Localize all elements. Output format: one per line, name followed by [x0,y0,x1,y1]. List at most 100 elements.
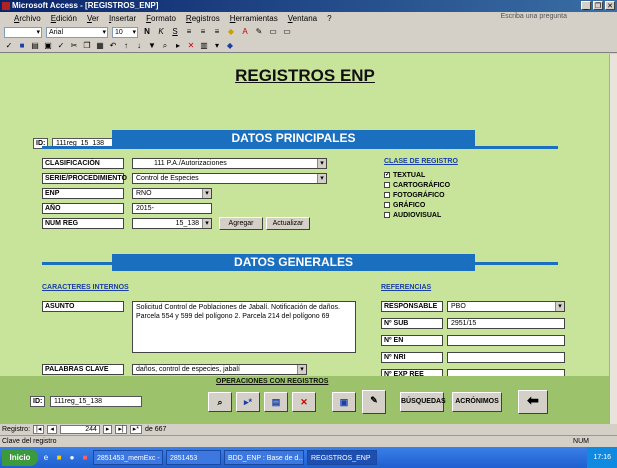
close-button[interactable]: ✕ [605,1,615,10]
align-center-icon[interactable]: ≡ [198,27,208,37]
italic-icon[interactable]: K [156,27,166,37]
first-record-button[interactable]: |◂ [33,425,45,434]
delete-record-icon[interactable]: ✕ [292,392,316,412]
sort-desc-icon[interactable]: ↓ [134,41,144,51]
save-record-icon[interactable]: ▤ [264,392,288,412]
save-icon[interactable]: ■ [17,41,27,51]
new-object-icon[interactable]: ▾ [212,41,222,51]
print-preview-icon[interactable]: ▣ [43,41,53,51]
print-icon[interactable]: ▤ [30,41,40,51]
menu-registros[interactable]: Registros [186,14,220,23]
new-record-nav-button[interactable]: ▸* [129,425,142,434]
quicklaunch-ie-icon[interactable]: e [41,453,51,463]
checkbox-box [384,182,390,188]
clasificacion-combo[interactable]: 111 P.A./Autorizaciones [132,158,327,169]
menu-ventana[interactable]: Ventana [288,14,317,23]
font-color-icon[interactable]: A [240,27,250,37]
database-window-icon[interactable]: ▥ [199,41,209,51]
object-select[interactable] [4,26,42,38]
filter-icon[interactable]: ▼ [147,41,157,51]
last-record-button[interactable]: ▸| [115,425,127,434]
menu-ver[interactable]: Ver [87,14,99,23]
line-color-icon[interactable]: ✎ [254,27,264,37]
record-total: de 667 [144,426,167,433]
bold-icon[interactable]: N [142,27,152,37]
task-folder[interactable]: 2851453 [166,450,221,465]
acronimos-button[interactable]: ACRÓNIMOS [452,392,502,412]
menu-edicion[interactable]: Edición [51,14,77,23]
checkbox-fotografico[interactable]: FOTOGRÁFICO [384,190,450,200]
menu-formato[interactable]: Formato [146,14,176,23]
referencias-title: REFERENCIAS [381,284,432,291]
responsable-combo[interactable]: PBO [447,301,565,312]
checkbox-box: ✓ [384,172,391,178]
quicklaunch-office-icon[interactable]: ■ [80,453,90,463]
start-button[interactable]: Inicio [2,449,38,466]
view-icon[interactable]: ✓ [4,41,14,51]
menu-help[interactable]: ? [327,14,331,23]
nri-field[interactable] [447,352,565,363]
next-record-button[interactable]: ▸ [102,425,113,434]
busquedas-button[interactable]: BÚSQUEDAS [400,392,446,412]
spelling-icon[interactable]: ✓ [56,41,66,51]
task-registros-enp[interactable]: REGISTROS_ENP [307,450,377,465]
report-icon[interactable]: ▣ [332,392,356,412]
font-size-select[interactable]: 10 [112,26,138,38]
nsub-field[interactable]: 2951/15 [447,318,565,329]
help-question-box[interactable]: Escriba una pregunta [500,13,567,20]
effect-icon[interactable]: ▭ [282,27,292,37]
menu-insertar[interactable]: Insertar [109,14,136,23]
tools-icon[interactable]: ✎ [362,390,386,414]
menu-archivo[interactable]: Archivo [14,14,41,23]
enp-combo[interactable]: RNO [132,188,212,199]
nen-field[interactable] [447,335,565,346]
copy-icon[interactable]: ❐ [82,41,92,51]
border-icon[interactable]: ▭ [268,27,278,37]
restore-button[interactable]: ❐ [593,1,603,10]
binoculars-icon[interactable]: ⌕ [208,392,232,412]
task-memexc[interactable]: 2851453_memExc - ... [93,450,163,465]
minimize-button[interactable]: _ [581,1,591,10]
form-area: REGISTROS ENP ID: 111reg_15_138 DATOS PR… [0,54,609,424]
anio-field[interactable]: 2015- [132,203,212,214]
align-left-icon[interactable]: ≡ [184,27,194,37]
new-record-icon[interactable]: ▸ [173,41,183,51]
underline-icon[interactable]: S [170,27,180,37]
sort-asc-icon[interactable]: ↑ [121,41,131,51]
align-right-icon[interactable]: ≡ [212,27,222,37]
current-record-field[interactable]: 244 [59,425,100,434]
vertical-scrollbar[interactable] [609,54,617,424]
cut-icon[interactable]: ✂ [69,41,79,51]
find-icon[interactable]: ⌕ [160,41,170,51]
paste-icon[interactable]: ▦ [95,41,105,51]
actualizar-button[interactable]: Actualizar [266,217,310,230]
prev-record-button[interactable]: ◂ [47,425,57,434]
operaciones-title: OPERACIONES CON REGISTROS [216,378,329,385]
palabras-clave-combo[interactable]: daños, control de especies, jabalí [132,364,307,375]
checkbox-audiovisual[interactable]: AUDIOVISUAL [384,210,450,220]
delete-record-icon[interactable]: ✕ [186,41,196,51]
menu-herramientas[interactable]: Herramientas [230,14,278,23]
numreg-combo[interactable]: 15_138 [132,218,212,229]
clase-registro-options: ✓ TEXTUAL CARTOGRÁFICO FOTOGRÁFICO GRÁFIC… [384,170,450,220]
enp-value: RNO [136,190,152,197]
system-tray: 17:16 [587,447,617,468]
task-bdd-enp[interactable]: BDD_ENP : Base de d... [224,450,304,465]
asunto-field[interactable]: Solicitud Control de Poblaciones de Jaba… [132,301,356,353]
quicklaunch-media-icon[interactable]: ● [67,453,77,463]
help-icon[interactable]: ◆ [225,41,235,51]
font-select[interactable]: Arial [46,26,108,38]
quicklaunch-folder-icon[interactable]: ■ [54,453,64,463]
numreg-label: NUM REG [42,218,124,229]
serie-combo[interactable]: Control de Especies [132,173,327,184]
agregar-button[interactable]: Agregar [219,217,263,230]
fill-color-icon[interactable]: ◆ [226,27,236,37]
bottom-id-field[interactable]: 111reg_15_138 [50,396,142,407]
checkbox-grafico[interactable]: GRÁFICO [384,200,450,210]
checkbox-textual[interactable]: ✓ TEXTUAL [384,170,450,180]
undo-icon[interactable]: ↶ [108,41,118,51]
section-divider [42,146,558,149]
new-record-icon[interactable]: ▸* [236,392,260,412]
checkbox-cartografico[interactable]: CARTOGRÁFICO [384,180,450,190]
back-arrow-icon[interactable]: ⬅ [518,390,548,414]
